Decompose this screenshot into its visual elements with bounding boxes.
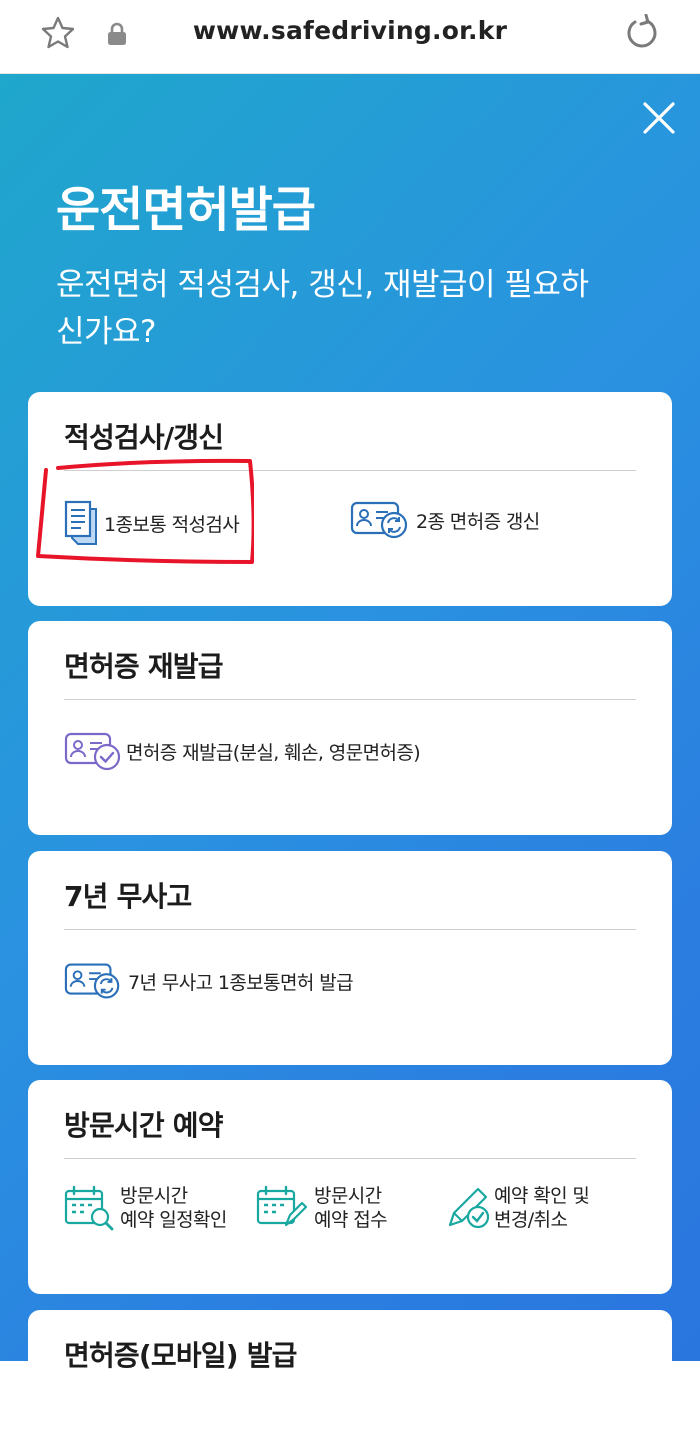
item-label: 예약 확인 및 변경/취소 <box>494 1184 590 1232</box>
card-title: 7년 무사고 <box>64 880 192 913</box>
license-renewal-link[interactable]: 2종 면허증 갱신 <box>350 500 540 540</box>
item-label: 방문시간 예약 접수 <box>314 1184 388 1232</box>
item-label-line1: 예약 확인 및 <box>494 1185 590 1207</box>
card-seven-year: 7년 무사고 7년 무사고 1종보통면허 발급 <box>28 851 672 1065</box>
card-reservation: 방문시간 예약 방문시간 예약 일정확인 방문시간 예약 접수 예약 확인 및 … <box>28 1080 672 1294</box>
item-label: 면허증 재발급(분실, 훼손, 영문면허증) <box>126 741 421 764</box>
item-label-line2: 예약 일정확인 <box>120 1209 227 1231</box>
item-label-line1: 방문시간 <box>314 1185 382 1207</box>
license-renew-icon <box>64 963 120 999</box>
card-reissue: 면허증 재발급 면허증 재발급(분실, 훼손, 영문면허증) <box>28 621 672 835</box>
item-label: 7년 무사고 1종보통면허 발급 <box>128 971 354 994</box>
item-label-line1: 방문시간 <box>120 1185 188 1207</box>
license-reissue-link[interactable]: 면허증 재발급(분실, 훼손, 영문면허증) <box>64 731 421 771</box>
reservation-schedule-link[interactable]: 방문시간 예약 일정확인 <box>64 1184 227 1232</box>
browser-bar: www.safedriving.or.kr <box>0 0 700 74</box>
pen-check-icon <box>448 1187 490 1229</box>
card-title: 적성검사/갱신 <box>64 421 224 454</box>
page-title: 운전면허발급 <box>56 182 316 238</box>
card-title: 방문시간 예약 <box>64 1109 224 1142</box>
license-issue-panel: 운전면허발급 운전면허 적성검사, 갱신, 재발급이 필요하신가요? 적성검사/… <box>0 74 700 1430</box>
card-title: 면허증(모바일) 발급 <box>64 1339 297 1372</box>
item-label: 2종 면허증 갱신 <box>416 510 540 533</box>
document-icon <box>64 500 97 545</box>
card-aptitude: 적성검사/갱신 1종보통 적성검사 2종 면허증 갱신 <box>28 392 672 606</box>
divider <box>64 1158 636 1159</box>
aptitude-test-link[interactable]: 1종보통 적성검사 <box>64 500 240 546</box>
page-subtitle: 운전면허 적성검사, 갱신, 재발급이 필요하신가요? <box>56 267 589 350</box>
calendar-edit-icon <box>256 1185 308 1227</box>
seven-year-license-link[interactable]: 7년 무사고 1종보통면허 발급 <box>64 961 354 1001</box>
card-mobile-license: 면허증(모바일) 발급 <box>28 1310 672 1430</box>
reservation-change-link[interactable]: 예약 확인 및 변경/취소 <box>446 1184 590 1232</box>
close-icon[interactable] <box>641 100 677 136</box>
item-label: 1종보통 적성검사 <box>104 513 240 536</box>
url-text[interactable]: www.safedriving.or.kr <box>0 16 700 45</box>
calendar-search-icon <box>64 1185 114 1231</box>
item-label-line2: 변경/취소 <box>494 1209 568 1231</box>
divider <box>64 699 636 700</box>
license-renew-icon <box>350 501 408 539</box>
item-label-line2: 예약 접수 <box>314 1209 388 1231</box>
license-check-icon <box>64 732 121 771</box>
card-title: 면허증 재발급 <box>64 650 224 683</box>
item-label: 방문시간 예약 일정확인 <box>120 1184 227 1232</box>
divider <box>64 470 636 471</box>
reload-icon[interactable] <box>622 14 660 52</box>
divider <box>64 929 636 930</box>
reservation-request-link[interactable]: 방문시간 예약 접수 <box>256 1184 388 1232</box>
